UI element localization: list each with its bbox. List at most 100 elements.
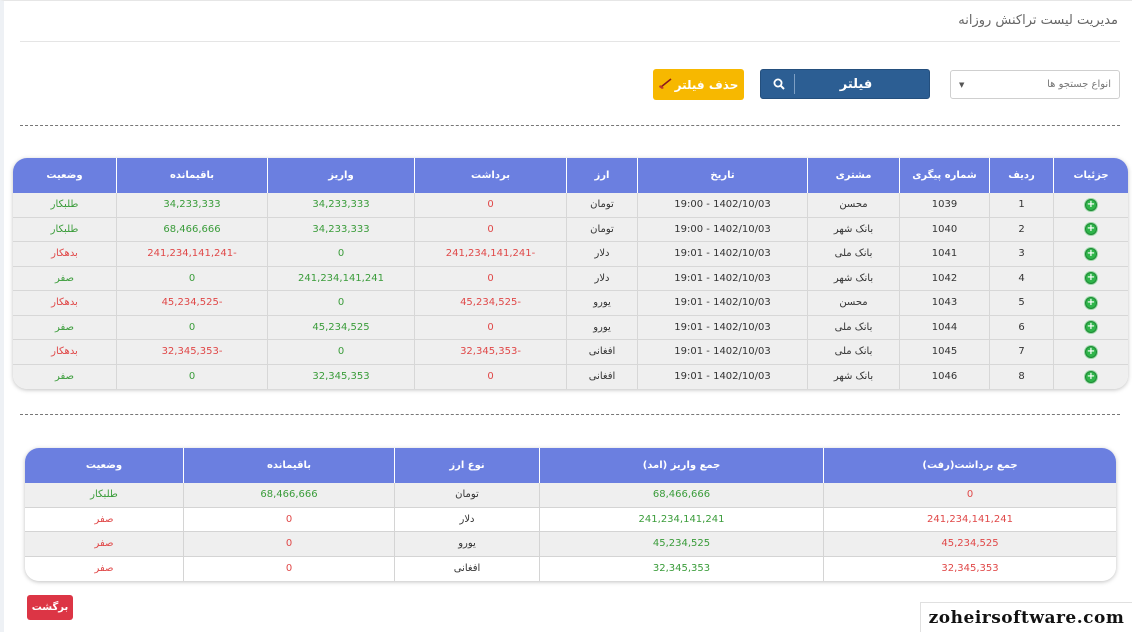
section-divider: [20, 414, 1120, 415]
cell-withdraw-total: 32,345,353: [823, 556, 1116, 581]
plus-circle-icon[interactable]: +: [1085, 370, 1097, 383]
table-row: +5 1043 محسن 1402/10/03 - 19:01 یورو -45,234,…: [13, 291, 1128, 316]
section-divider: [20, 125, 1120, 126]
cell-deposit: 34,233,333: [267, 193, 414, 218]
details-cell: +: [1053, 340, 1128, 365]
cell-currency-type: دلار: [394, 507, 539, 532]
cell-customer: بانک ملی: [807, 340, 899, 365]
cell-withdraw: -32,345,353: [414, 340, 566, 365]
search-type-placeholder: انواع جستجو ها: [1047, 79, 1111, 90]
summary-table: جمع برداشت(رفت) جمع واریز (امد) نوع ارز …: [25, 448, 1116, 581]
cell-currency: یورو: [566, 291, 637, 316]
cell-tracking: 1046: [899, 364, 989, 389]
cell-deposit: 0: [267, 242, 414, 267]
plus-circle-icon[interactable]: +: [1085, 296, 1097, 309]
cell-tracking: 1044: [899, 315, 989, 340]
cell-balance: -241,234,141,241: [116, 242, 267, 267]
plus-circle-icon[interactable]: +: [1085, 198, 1097, 211]
cell-deposit-total: 32,345,353: [539, 556, 823, 581]
table-row: +3 1041 بانک ملی 1402/10/03 - 19:01 دلار -241…: [13, 242, 1128, 267]
cell-customer: بانک ملی: [807, 242, 899, 267]
cell-date: 1402/10/03 - 19:01: [637, 291, 807, 316]
page-title: مدیریت لیست تراکنش روزانه: [958, 13, 1118, 28]
cell-currency: دلار: [566, 266, 637, 291]
cell-customer: محسن: [807, 291, 899, 316]
plus-circle-icon[interactable]: +: [1085, 247, 1097, 260]
table-row: +6 1044 بانک ملی 1402/10/03 - 19:01 یورو 0 45,…: [13, 315, 1128, 340]
cell-tracking: 1039: [899, 193, 989, 218]
col-balance: باقیمانده: [183, 448, 394, 483]
cell-deposit: 45,234,525: [267, 315, 414, 340]
cell-status: صفر: [25, 507, 183, 532]
watermark: zoheirsoftware.com: [920, 602, 1132, 632]
cell-balance: 0: [183, 532, 394, 557]
cell-row: 2: [989, 217, 1053, 242]
summary-header-row: جمع برداشت(رفت) جمع واریز (امد) نوع ارز …: [25, 448, 1116, 483]
cell-customer: بانک شهر: [807, 217, 899, 242]
filter-button-label: فیلتر: [839, 76, 873, 92]
details-cell: +: [1053, 242, 1128, 267]
cell-balance: 34,233,333: [116, 193, 267, 218]
cell-currency: افغانی: [566, 364, 637, 389]
details-cell: +: [1053, 217, 1128, 242]
cell-status: طلبکار: [25, 483, 183, 508]
cell-deposit: 0: [267, 291, 414, 316]
col-balance: باقیمانده: [116, 158, 267, 193]
transactions-table: جزئیات ردیف شماره پیگری مشتری تاریخ ارز …: [13, 158, 1128, 389]
cell-balance: 68,466,666: [116, 217, 267, 242]
details-cell: +: [1053, 315, 1128, 340]
cell-date: 1402/10/03 - 19:01: [637, 242, 807, 267]
cell-row: 4: [989, 266, 1053, 291]
cell-currency-type: یورو: [394, 532, 539, 557]
table-row: 0 68,466,666 تومان 68,466,666 طلبکار: [25, 483, 1116, 508]
cell-currency-type: تومان: [394, 483, 539, 508]
plus-circle-icon[interactable]: +: [1085, 272, 1097, 285]
cell-status: صفر: [13, 315, 116, 340]
cell-withdraw: -241,234,141,241: [414, 242, 566, 267]
cell-row: 3: [989, 242, 1053, 267]
plus-circle-icon[interactable]: +: [1085, 223, 1097, 236]
table-row: 32,345,353 32,345,353 افغانی 0 صفر: [25, 556, 1116, 581]
cell-balance: -45,234,525: [116, 291, 267, 316]
cell-row: 7: [989, 340, 1053, 365]
cell-deposit: 241,234,141,241: [267, 266, 414, 291]
table-row: 241,234,141,241 241,234,141,241 دلار 0 صفر: [25, 507, 1116, 532]
cell-status: صفر: [13, 364, 116, 389]
clear-filter-label: حذف فیلتر: [674, 77, 739, 92]
search-icon: [773, 74, 795, 94]
cell-balance: -32,345,353: [116, 340, 267, 365]
details-cell: +: [1053, 193, 1128, 218]
broom-icon: [658, 77, 673, 92]
plus-circle-icon[interactable]: +: [1085, 345, 1097, 358]
cell-tracking: 1042: [899, 266, 989, 291]
cell-tracking: 1041: [899, 242, 989, 267]
table-row: +8 1046 بانک شهر 1402/10/03 - 19:01 افغانی 0 3…: [13, 364, 1128, 389]
cell-date: 1402/10/03 - 19:00: [637, 217, 807, 242]
cell-customer: محسن: [807, 193, 899, 218]
cell-row: 5: [989, 291, 1053, 316]
col-currency: ارز: [566, 158, 637, 193]
col-status: وضعیت: [25, 448, 183, 483]
table-row: 45,234,525 45,234,525 یورو 0 صفر: [25, 532, 1116, 557]
plus-circle-icon[interactable]: +: [1085, 321, 1097, 334]
table-row: +4 1042 بانک شهر 1402/10/03 - 19:01 دلار 0 241…: [13, 266, 1128, 291]
cell-status: طلبکار: [13, 193, 116, 218]
cell-currency: افغانی: [566, 340, 637, 365]
search-type-select[interactable]: انواع جستجو ها ▼: [950, 70, 1120, 99]
clear-filter-button[interactable]: حذف فیلتر: [653, 69, 744, 100]
cell-date: 1402/10/03 - 19:01: [637, 266, 807, 291]
cell-status: صفر: [25, 556, 183, 581]
cell-deposit-total: 241,234,141,241: [539, 507, 823, 532]
col-customer: مشتری: [807, 158, 899, 193]
cell-deposit-total: 45,234,525: [539, 532, 823, 557]
back-button[interactable]: برگشت: [27, 595, 73, 620]
filter-button[interactable]: فیلتر: [760, 69, 930, 99]
cell-customer: بانک شهر: [807, 364, 899, 389]
transactions-header-row: جزئیات ردیف شماره پیگری مشتری تاریخ ارز …: [13, 158, 1128, 193]
cell-tracking: 1043: [899, 291, 989, 316]
cell-withdraw: 0: [414, 315, 566, 340]
cell-deposit: 34,233,333: [267, 217, 414, 242]
details-cell: +: [1053, 266, 1128, 291]
cell-row: 1: [989, 193, 1053, 218]
col-date: تاریخ: [637, 158, 807, 193]
